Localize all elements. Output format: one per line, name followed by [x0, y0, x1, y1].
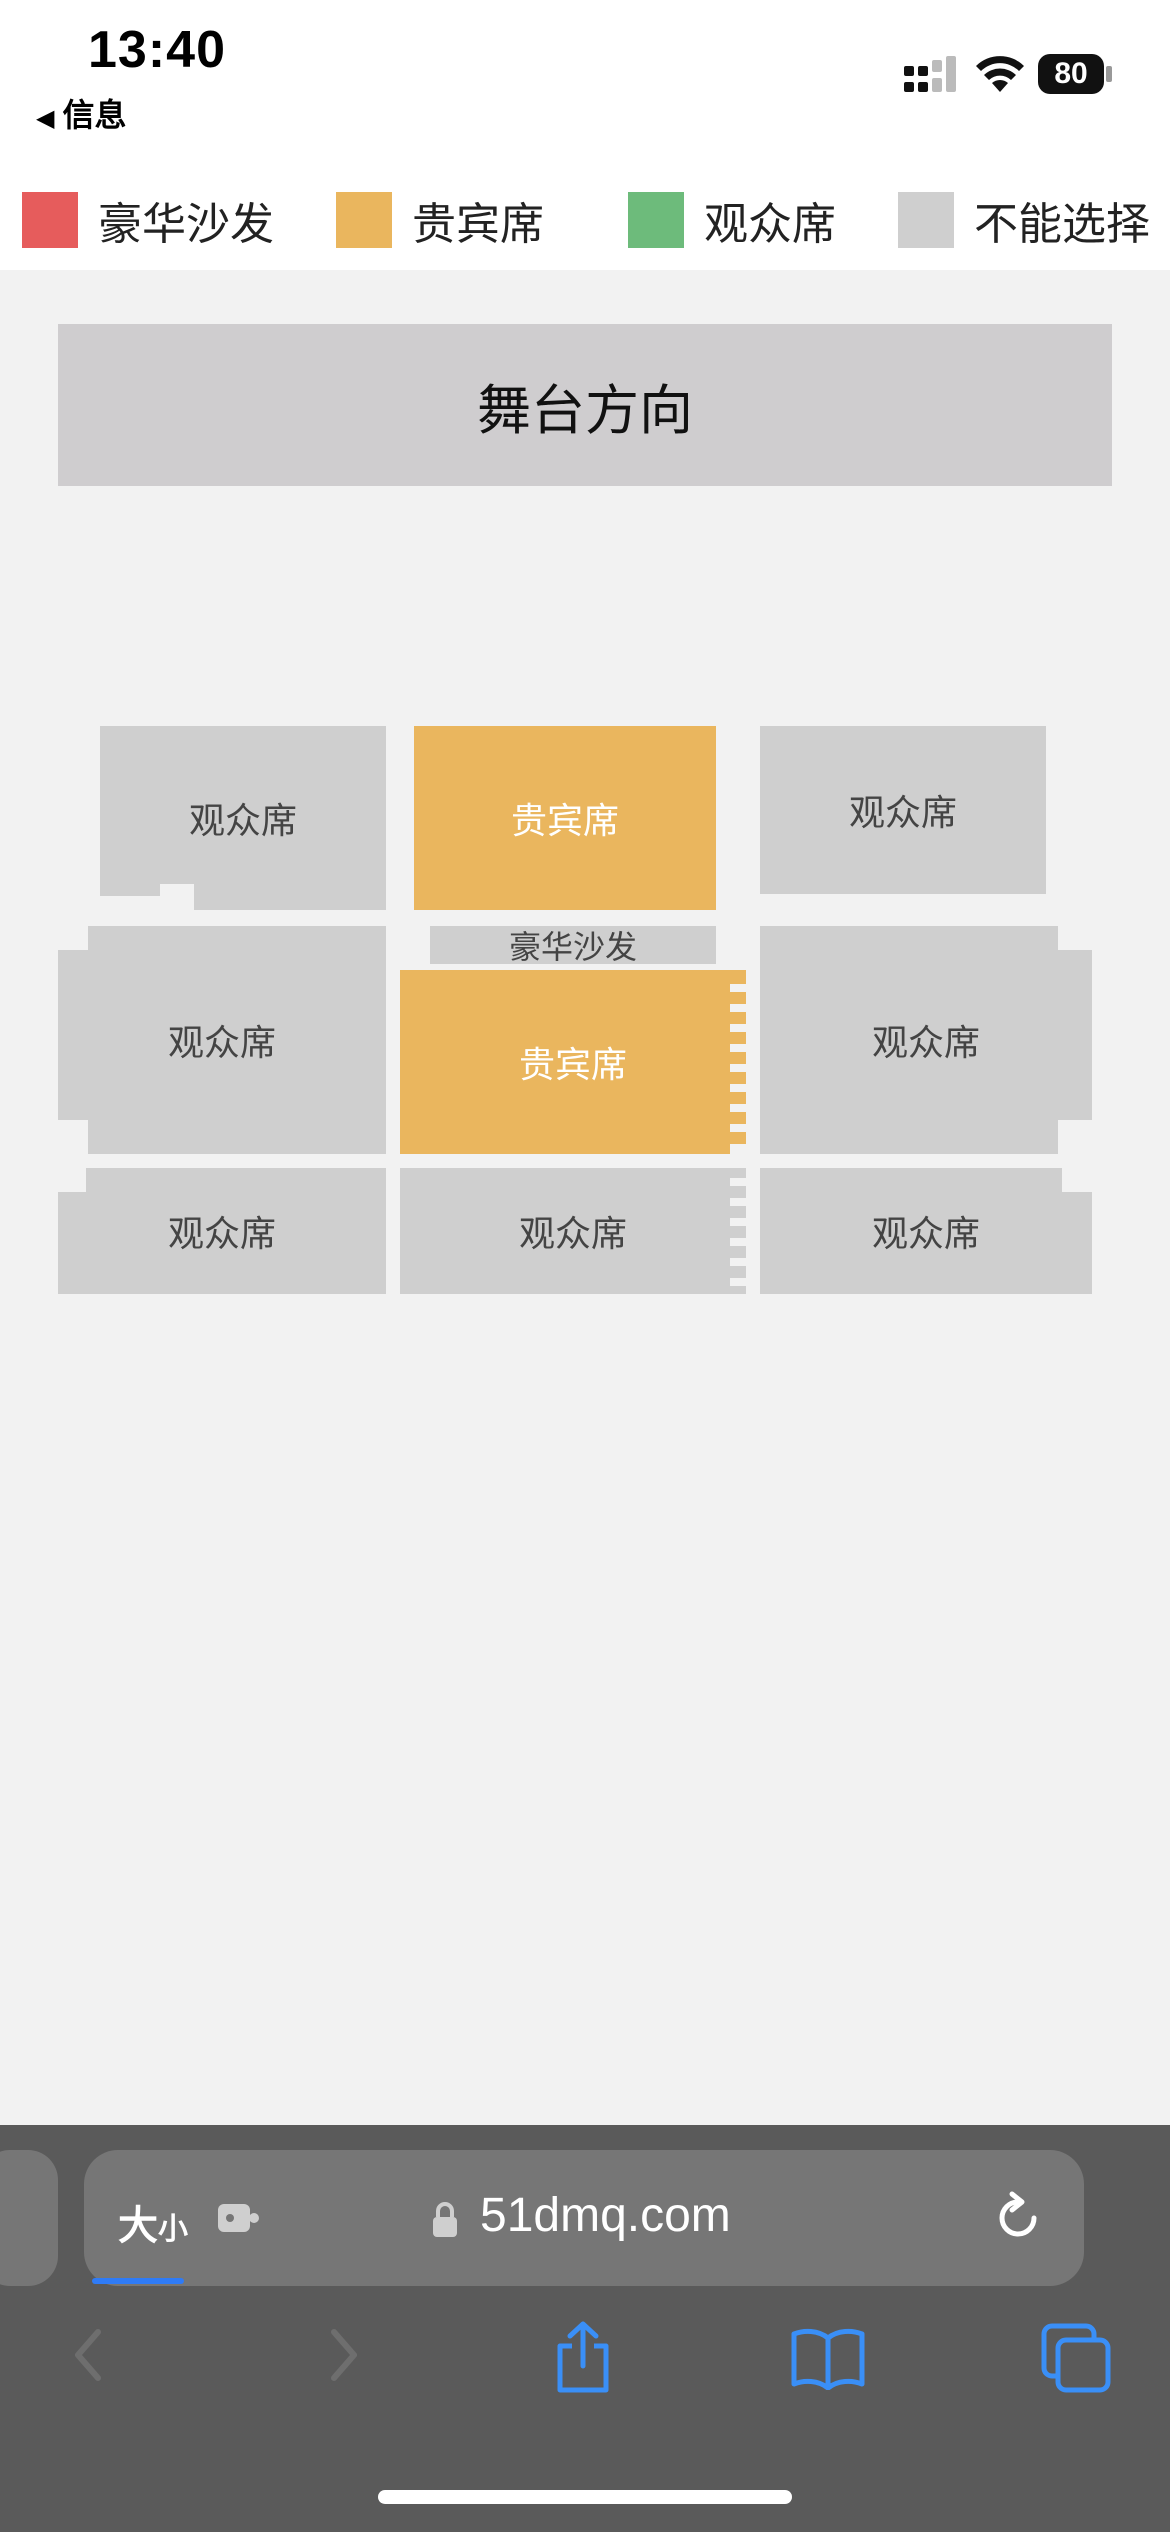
seat-row-marker — [730, 1124, 746, 1132]
section-notch — [1058, 926, 1092, 950]
seat-row-marker — [730, 1178, 746, 1186]
text-size-large: 大 — [118, 2204, 158, 2248]
back-to-app-button[interactable]: ◀ 信息 — [36, 90, 126, 136]
section-mid-right-audience[interactable]: 观众席 — [760, 926, 1092, 1154]
bookmarks-icon[interactable] — [790, 2326, 866, 2390]
section-label: 贵宾席 — [510, 800, 619, 841]
section-bottom-center-audience[interactable]: 观众席 — [400, 1168, 746, 1294]
section-mid-center-vip[interactable]: 贵宾席 — [400, 970, 746, 1154]
section-notch — [1058, 1120, 1092, 1154]
legend-item-vip: 贵宾席 — [336, 192, 544, 249]
section-label: 观众席 — [188, 800, 297, 841]
back-triangle-icon: ◀ — [36, 105, 55, 132]
status-time: 13:40 — [88, 21, 226, 79]
seat-row-marker — [730, 1064, 746, 1072]
forward-chevron-icon[interactable] — [318, 2320, 368, 2390]
url-text[interactable]: 51dmq.com — [480, 2188, 731, 2243]
section-top-center-vip[interactable]: 贵宾席 — [414, 726, 716, 910]
seat-row-marker — [730, 1218, 746, 1226]
seat-row-marker — [730, 1258, 746, 1266]
legend-label: 不能选择 — [974, 200, 1150, 249]
legend-item-audience: 观众席 — [628, 192, 836, 249]
text-size-small: 小 — [158, 2213, 188, 2246]
legend-swatch-audience — [628, 192, 684, 248]
section-label: 观众席 — [167, 1022, 276, 1063]
text-size-button[interactable]: 大小 — [118, 2193, 188, 2251]
section-top-left-audience[interactable]: 观众席 — [100, 726, 386, 910]
section-label: 观众席 — [871, 1213, 980, 1254]
section-label: 观众席 — [167, 1213, 276, 1254]
wifi-icon — [976, 56, 1024, 92]
section-notch — [730, 1144, 746, 1154]
tabs-icon[interactable] — [1040, 2322, 1112, 2394]
seat-row-marker — [730, 1104, 746, 1112]
section-luxury-sofa[interactable]: 豪华沙发 — [430, 926, 716, 965]
reload-icon[interactable] — [990, 2188, 1046, 2248]
section-label: 观众席 — [871, 1022, 980, 1063]
home-indicator[interactable] — [378, 2490, 792, 2504]
legend-label: 贵宾席 — [412, 200, 544, 249]
seat-row-marker — [730, 1044, 746, 1052]
section-notch — [160, 884, 194, 910]
section-label: 贵宾席 — [518, 1044, 627, 1085]
section-mid-left-audience[interactable]: 观众席 — [58, 926, 386, 1154]
legend-item-unavailable: 不能选择 — [898, 192, 1150, 249]
back-label: 信息 — [62, 97, 127, 133]
section-notch — [1062, 1168, 1092, 1192]
previous-tab-preview[interactable] — [0, 2150, 58, 2286]
seat-row-marker — [730, 984, 746, 992]
legend-label: 观众席 — [704, 200, 836, 249]
page-load-progress — [92, 2278, 184, 2284]
section-notch — [58, 926, 88, 950]
legend-item-luxury: 豪华沙发 — [22, 192, 274, 249]
battery-tip — [1106, 66, 1112, 82]
seat-row-marker — [730, 1084, 746, 1092]
seat-legend: 豪华沙发 贵宾席 观众席 不能选择 — [0, 170, 1170, 270]
section-notch — [58, 1168, 86, 1192]
seat-row-marker — [730, 1198, 746, 1206]
share-icon[interactable] — [550, 2320, 616, 2396]
stage-label: 舞台方向 — [477, 380, 693, 441]
legend-label: 豪华沙发 — [98, 200, 274, 249]
seat-row-marker — [730, 1278, 746, 1286]
seat-row-marker — [730, 1024, 746, 1032]
legend-swatch-unavailable — [898, 192, 954, 248]
section-bottom-right-audience[interactable]: 观众席 — [760, 1168, 1092, 1294]
section-label: 观众席 — [848, 792, 957, 833]
legend-swatch-vip — [336, 192, 392, 248]
back-chevron-icon[interactable] — [64, 2320, 114, 2390]
seat-row-marker — [730, 1004, 746, 1012]
section-notch — [58, 1120, 88, 1154]
battery-icon: 80 — [1038, 54, 1104, 94]
battery-level: 80 — [1054, 57, 1088, 90]
section-top-right-audience[interactable]: 观众席 — [760, 726, 1046, 894]
section-label: 豪华沙发 — [508, 929, 637, 965]
lock-icon — [433, 2202, 457, 2237]
cellular-signal-icon — [904, 56, 956, 92]
extension-icon[interactable] — [216, 2200, 260, 2236]
legend-swatch-luxury — [22, 192, 78, 248]
stage-direction: 舞台方向 — [58, 324, 1112, 486]
section-label: 观众席 — [518, 1213, 627, 1254]
section-bottom-left-audience[interactable]: 观众席 — [58, 1168, 386, 1294]
seat-row-marker — [730, 1238, 746, 1246]
